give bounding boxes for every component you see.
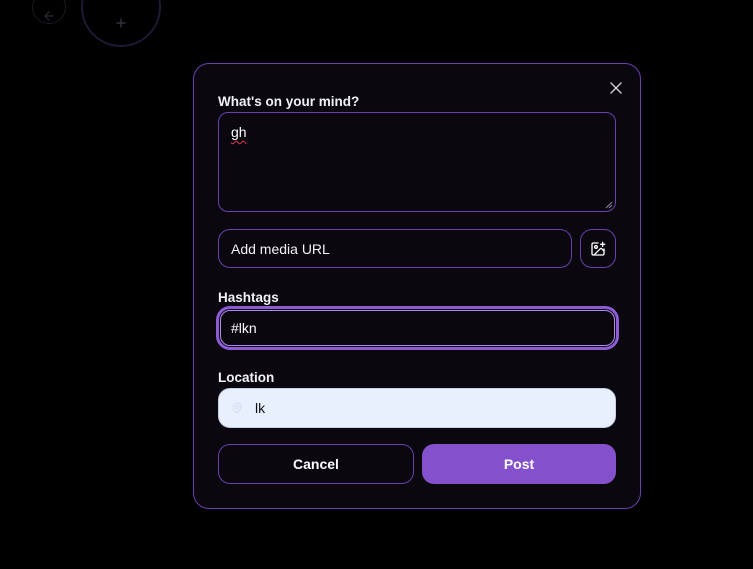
location-value: lk xyxy=(255,400,266,416)
close-icon xyxy=(610,82,622,94)
location-input[interactable]: lk xyxy=(218,388,616,428)
hashtags-input-field[interactable]: #lkn xyxy=(220,310,615,346)
resize-grip-icon[interactable] xyxy=(605,201,613,209)
media-url-input[interactable]: Add media URL xyxy=(218,229,572,268)
map-pin-icon xyxy=(231,402,243,414)
arrow-left-icon xyxy=(44,11,54,21)
create-post-modal: What's on your mind? gh Add media URL Ha… xyxy=(193,63,641,509)
hashtags-value: #lkn xyxy=(231,320,257,336)
media-url-placeholder: Add media URL xyxy=(231,240,330,257)
add-image-button[interactable] xyxy=(580,229,616,268)
image-plus-icon xyxy=(591,241,606,256)
close-button[interactable] xyxy=(608,80,624,96)
plus-icon xyxy=(116,18,126,28)
hashtags-input[interactable]: #lkn xyxy=(216,306,619,350)
post-button[interactable]: Post xyxy=(422,444,616,484)
content-label: What's on your mind? xyxy=(218,94,360,109)
hashtags-label: Hashtags xyxy=(218,290,279,305)
cancel-button[interactable]: Cancel xyxy=(218,444,414,484)
content-textarea[interactable]: gh xyxy=(218,112,616,212)
content-text: gh xyxy=(231,124,247,140)
location-label: Location xyxy=(218,370,275,385)
back-button[interactable] xyxy=(32,0,66,24)
create-post-button[interactable] xyxy=(81,0,161,47)
